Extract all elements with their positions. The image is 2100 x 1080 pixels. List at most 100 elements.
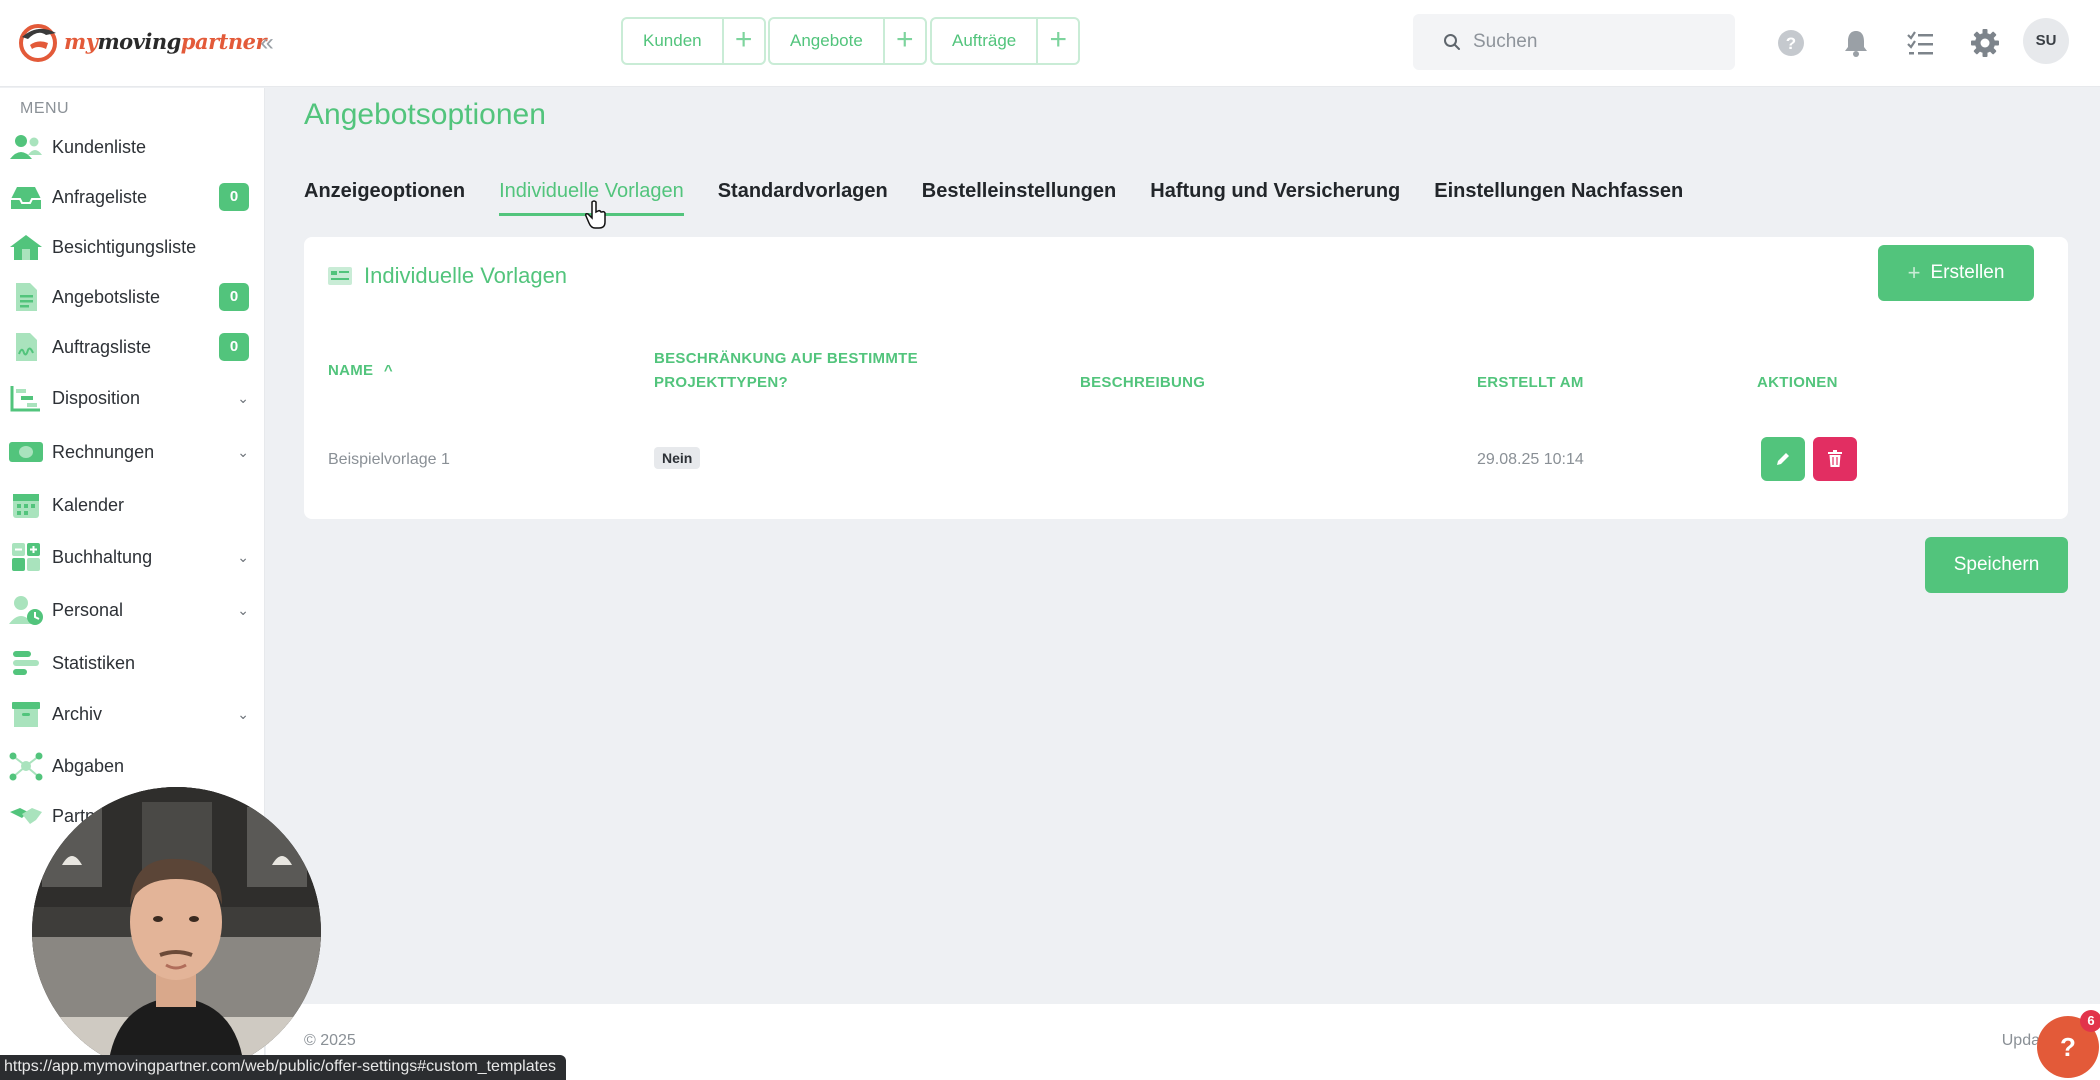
top-bar: mymovingpartner « Kunden + Angebote + Au… — [0, 0, 2100, 87]
restriction-badge: Nein — [654, 447, 701, 469]
gear-icon[interactable] — [1968, 26, 2002, 60]
pencil-icon — [1777, 453, 1789, 465]
sidebar-item-label: Disposition — [52, 387, 141, 408]
sidebar-item-label: Rechnungen — [52, 441, 155, 462]
add-kunde-icon[interactable]: + — [724, 19, 764, 63]
chevron-down-icon[interactable]: ⌄ — [237, 549, 249, 566]
logo-text-moving: moving — [97, 28, 181, 54]
sidebar-item-rechnungen[interactable]: Rechnungen ⌄ — [0, 432, 265, 472]
chevron-down-icon[interactable]: ⌄ — [237, 390, 249, 407]
logo-icon — [19, 24, 57, 62]
add-auftrag-icon[interactable]: + — [1038, 19, 1078, 63]
quicknav-kunden-button[interactable]: Kunden — [623, 19, 724, 63]
users-icon — [8, 131, 44, 163]
footer-copyright: © 2025 — [304, 1032, 356, 1049]
delete-button[interactable] — [1813, 437, 1857, 481]
sidebar-item-personal[interactable]: Personal ⌄ — [0, 590, 265, 630]
house-icon — [8, 231, 44, 263]
user-avatar[interactable]: SU — [2023, 18, 2069, 64]
tab-anzeigeoptionen[interactable]: Anzeigeoptionen — [304, 180, 465, 216]
sidebar-item-label: Auftragsliste — [52, 336, 152, 357]
column-header-name[interactable]: NAME ^ — [328, 359, 393, 383]
plus-icon: + — [1907, 260, 1921, 285]
svg-text:?: ? — [1786, 34, 1796, 53]
sidebar-item-label: Anfrageliste — [52, 186, 148, 207]
column-header-created: ERSTELLT AM — [1477, 374, 1584, 391]
count-badge: 0 — [219, 333, 249, 361]
sidebar-item-besichtigungsliste[interactable]: Besichtigungsliste — [0, 227, 265, 267]
create-button[interactable]: + Erstellen — [1878, 245, 2034, 301]
sidebar-item-angebotsliste[interactable]: Angebotsliste 0 — [0, 277, 265, 317]
browser-status-url: https://app.mymovingpartner.com/web/publ… — [0, 1055, 566, 1080]
calculator-icon — [8, 541, 44, 573]
collapse-sidebar-icon[interactable]: « — [252, 28, 282, 58]
help-icon[interactable]: ? — [1774, 26, 1808, 60]
settings-tabs: Anzeigeoptionen Individuelle Vorlagen St… — [304, 180, 1717, 216]
column-header-description: BESCHREIBUNG — [1080, 374, 1206, 391]
search-input[interactable] — [1473, 31, 1693, 53]
chevron-down-icon[interactable]: ⌄ — [237, 444, 249, 461]
sidebar-item-label: Personal — [52, 599, 124, 620]
person-clock-icon — [8, 594, 44, 626]
archive-icon — [8, 698, 44, 730]
column-header-actions: AKTIONEN — [1757, 374, 1838, 391]
search-icon — [1444, 34, 1460, 50]
banknote-icon — [8, 436, 44, 468]
sidebar-item-label: Abgaben — [52, 755, 125, 776]
logo-text: mymovingpartner — [64, 28, 267, 54]
gantt-icon — [8, 382, 44, 414]
templates-card: Individuelle Vorlagen + Erstellen NAME ^… — [304, 237, 2068, 519]
sidebar-item-kalender[interactable]: Kalender — [0, 485, 265, 525]
sidebar-item-label: Kundenliste — [52, 136, 147, 157]
trash-icon — [1828, 450, 1842, 467]
edit-button[interactable] — [1761, 437, 1805, 481]
hand-cursor-icon — [585, 200, 606, 229]
sidebar-item-archiv[interactable]: Archiv ⌄ — [0, 694, 265, 734]
calendar-icon — [8, 489, 44, 521]
sidebar-item-buchhaltung[interactable]: Buchhaltung ⌄ — [0, 537, 265, 577]
tab-einstellungen-nachfassen[interactable]: Einstellungen Nachfassen — [1434, 180, 1683, 216]
tab-standardvorlagen[interactable]: Standardvorlagen — [718, 180, 888, 216]
create-button-label: Erstellen — [1930, 262, 2005, 283]
chevron-down-icon[interactable]: ⌄ — [237, 602, 249, 619]
inbox-icon — [8, 181, 44, 213]
task-list-icon[interactable] — [1903, 26, 1937, 60]
tab-haftung-und-versicherung[interactable]: Haftung und Versicherung — [1150, 180, 1400, 216]
count-badge: 0 — [219, 183, 249, 211]
sidebar-item-statistiken[interactable]: Statistiken — [0, 643, 265, 683]
sidebar-item-kundenliste[interactable]: Kundenliste — [0, 127, 265, 167]
sort-ascending-icon: ^ — [383, 362, 393, 379]
column-header-restriction-line1: BESCHRÄNKUNG AUF BESTIMMTE — [654, 350, 918, 367]
quicknav-angebote-button[interactable]: Angebote — [770, 19, 885, 63]
search-box[interactable] — [1413, 14, 1735, 70]
quicknav-auftraege: Aufträge + — [930, 17, 1081, 65]
quicknav-auftraege-button[interactable]: Aufträge — [932, 19, 1039, 63]
row-created: 29.08.25 10:14 — [1477, 451, 1584, 468]
sidebar-item-auftragsliste[interactable]: Auftragsliste 0 — [0, 327, 265, 367]
save-button[interactable]: Speichern — [1925, 537, 2068, 593]
card-title: Individuelle Vorlagen — [364, 263, 568, 288]
count-badge: 0 — [219, 283, 249, 311]
webcam-overlay — [32, 787, 321, 1076]
sidebar-item-label: Statistiken — [52, 652, 136, 673]
bar-chart-icon — [8, 647, 44, 679]
sidebar-item-anfrageliste[interactable]: Anfrageliste 0 — [0, 177, 265, 217]
page-title: Angebotsoptionen — [304, 98, 546, 131]
handshake-icon — [8, 800, 44, 832]
presenter-video-image — [32, 787, 321, 1076]
quicknav-angebote: Angebote + — [768, 17, 927, 65]
tab-bestelleinstellungen[interactable]: Bestelleinstellungen — [922, 180, 1117, 216]
card-header: Individuelle Vorlagen — [328, 263, 567, 289]
sidebar-item-label: Besichtigungsliste — [52, 236, 197, 257]
bell-icon[interactable] — [1839, 26, 1873, 60]
sidebar-item-label: Buchhaltung — [52, 546, 153, 567]
sidebar-item-disposition[interactable]: Disposition ⌄ — [0, 378, 265, 418]
sidebar-item-label: Angebotsliste — [52, 286, 161, 307]
column-header-name-label: NAME — [328, 362, 374, 379]
chevron-down-icon[interactable]: ⌄ — [237, 706, 249, 723]
logo[interactable]: mymovingpartner — [16, 18, 267, 64]
add-angebot-icon[interactable]: + — [885, 19, 925, 63]
footer-update-text: Upda — [2001, 1032, 2040, 1049]
sidebar-item-abgaben[interactable]: Abgaben — [0, 746, 265, 786]
column-header-restriction-line2: PROJEKTTYPEN? — [654, 374, 788, 391]
